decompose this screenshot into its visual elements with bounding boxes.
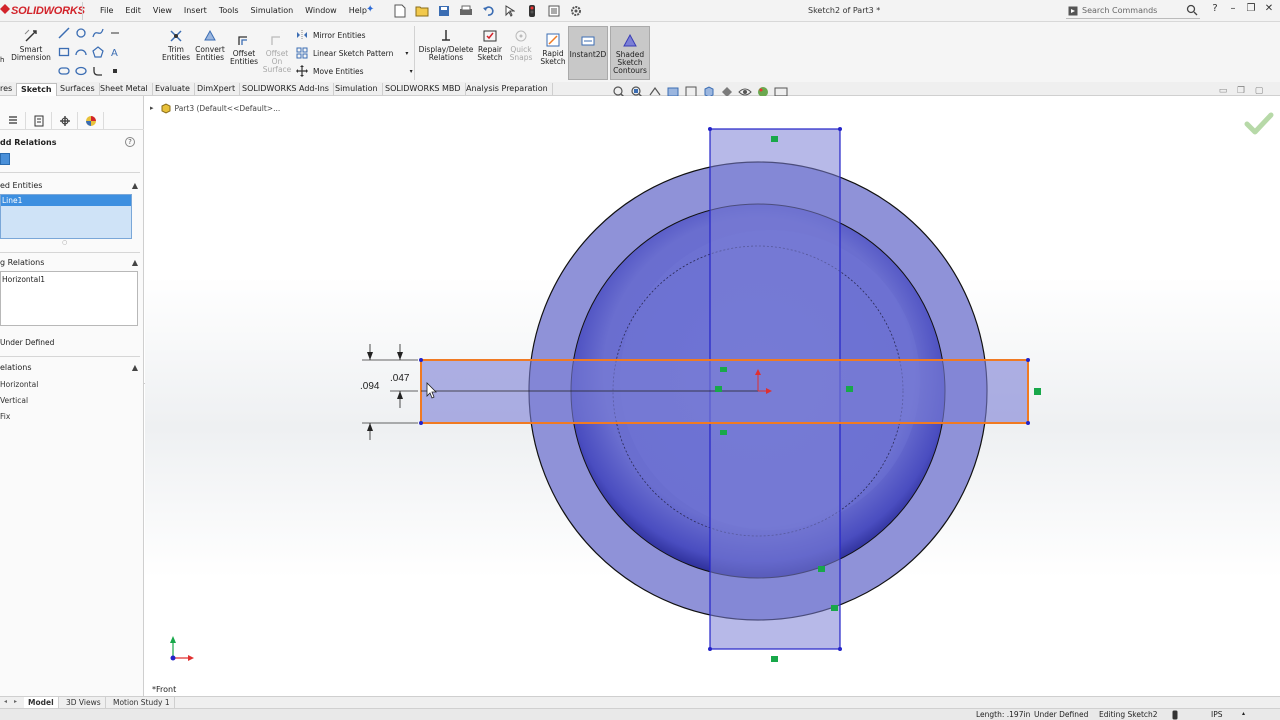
tab-scroll-left-icon[interactable]: ◂ [4,698,7,705]
relation-marker[interactable] [846,386,853,392]
dimension-arrow [397,391,403,399]
relation-marker[interactable] [818,566,825,572]
model-tabs: ◂ ▸ Model 3D Views Motion Study 1 [0,696,1280,709]
sketch-point[interactable] [419,421,423,425]
relation-marker[interactable] [771,656,778,662]
dimension-value-outer[interactable]: .094 [360,381,379,392]
relation-marker[interactable] [1034,388,1041,395]
sketch-point[interactable] [1026,358,1030,362]
relation-marker[interactable] [720,430,727,435]
sketch-point[interactable] [1026,421,1030,425]
sketch-point[interactable] [838,647,842,651]
status-bar: Length: .197in Under Defined Editing Ske… [0,708,1280,720]
sketch-point[interactable] [708,127,712,131]
units-dropdown-icon[interactable]: ▴ [1242,710,1245,717]
relation-marker[interactable] [771,136,778,142]
relation-marker[interactable] [720,367,727,372]
status-units[interactable]: IPS [1211,710,1223,719]
rebuild-indicator-icon[interactable] [1172,710,1178,720]
dimension-arrow [367,352,373,360]
relation-marker[interactable] [831,605,838,611]
sketch-point[interactable] [838,127,842,131]
status-editing: Editing Sketch2 [1099,710,1158,719]
tab-scroll-right-icon[interactable]: ▸ [14,698,17,705]
dimension-value-inner[interactable]: .047 [390,373,409,384]
dimension-arrow [397,352,403,360]
relation-marker[interactable] [715,386,722,392]
coordinate-triad-icon [170,636,194,661]
status-length: Length: .197in [976,710,1031,719]
sketch-point[interactable] [419,358,423,362]
view-orientation-label: *Front [152,685,177,694]
sketch-canvas[interactable] [0,0,1280,720]
status-definition: Under Defined [1034,710,1089,719]
sketch-point[interactable] [708,647,712,651]
dimension-arrow [367,423,373,431]
